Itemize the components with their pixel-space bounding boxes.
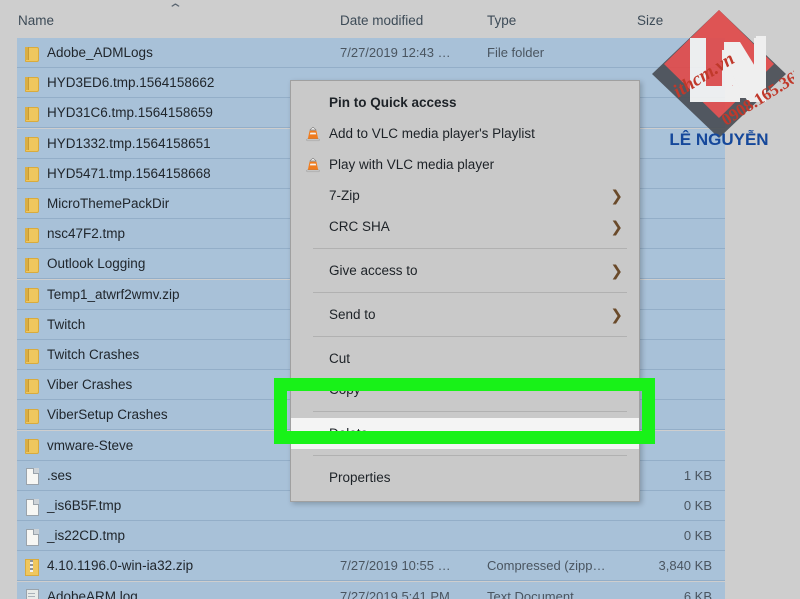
column-header-type[interactable]: Type [487, 13, 516, 28]
folder-icon [22, 255, 40, 273]
context-menu-item-label: Add to VLC media player's Playlist [329, 126, 535, 141]
file-explorer-window: ⌃ Name Date modified Type Size Adobe_ADM… [0, 0, 800, 599]
file-name: 4.10.1196.0-win-ia32.zip [47, 558, 194, 574]
context-menu-separator [313, 292, 627, 293]
sort-ascending-icon: ⌃ [167, 1, 184, 16]
context-menu-item-7-zip[interactable]: 7-Zip ❯ [291, 180, 639, 211]
column-header-bar: ⌃ Name Date modified Type Size [0, 0, 800, 38]
column-header-name[interactable]: Name [18, 13, 54, 28]
file-size: 3,840 KB [658, 558, 713, 574]
folder-icon [22, 436, 40, 455]
vlc-icon [305, 157, 321, 173]
folder-icon [22, 44, 40, 62]
file-name: nsc47F2.tmp [47, 226, 126, 242]
context-menu-separator [313, 455, 627, 456]
file-name: Outlook Logging [47, 256, 146, 272]
column-header-size[interactable]: Size [637, 13, 663, 28]
file-icon [22, 466, 40, 486]
file-name: Twitch Crashes [47, 347, 140, 362]
file-row[interactable]: 4.10.1196.0-win-ia32.zip 7/27/2019 10:55 … [17, 551, 725, 582]
zip-icon [22, 557, 40, 576]
context-menu-separator [313, 248, 627, 249]
folder-icon [22, 195, 40, 213]
file-name: MicroThemePackDir [47, 196, 170, 211]
file-name: Twitch [47, 316, 86, 332]
context-menu-item-label: CRC SHA [329, 219, 390, 234]
file-name: HYD31C6.tmp.1564158659 [47, 105, 213, 121]
file-name: _is22CD.tmp [47, 528, 126, 544]
context-menu-item-copy[interactable]: Copy [291, 374, 639, 405]
file-name: vmware-Steve [47, 437, 134, 453]
context-menu-item-label: Cut [329, 351, 351, 366]
folder-icon [22, 104, 40, 122]
file-date-modified: 7/27/2019 5:41 PM [340, 588, 450, 599]
file-name: HYD5471.tmp.1564158668 [47, 165, 211, 181]
file-name: .ses [47, 467, 72, 483]
folder-icon [22, 346, 40, 364]
chevron-right-icon: ❯ [610, 186, 623, 205]
context-menu-item-send-to[interactable]: Send to ❯ [291, 299, 639, 330]
file-type: Text Document [487, 588, 574, 599]
folder-icon [22, 315, 40, 334]
folder-icon [22, 376, 40, 394]
folder-icon [22, 406, 40, 424]
context-menu-item-cut[interactable]: Cut [291, 343, 639, 374]
context-menu-item-add-to-vlc-media-player-s-playlist[interactable]: Add to VLC media player's Playlist [291, 118, 639, 149]
file-icon [22, 527, 40, 546]
folder-icon [22, 74, 40, 92]
folder-icon [22, 285, 40, 304]
file-row[interactable]: _is22CD.tmp 0 KB [17, 521, 725, 552]
file-name: HYD1332.tmp.1564158651 [47, 135, 211, 151]
context-menu-item-play-with-vlc-media-player[interactable]: Play with VLC media player [291, 149, 639, 180]
context-menu-separator [313, 411, 627, 412]
context-menu-item-label: Copy [329, 382, 361, 397]
file-type: File folder [487, 45, 545, 60]
column-header-date-modified[interactable]: Date modified [340, 13, 423, 28]
chevron-right-icon: ❯ [610, 305, 623, 324]
context-menu-item-label: Play with VLC media player [329, 157, 495, 172]
context-menu-item-label: Pin to Quick access [329, 95, 457, 110]
file-name: AdobeARM.log [47, 588, 138, 599]
vlc-icon [305, 126, 321, 142]
file-row[interactable]: Adobe_ADMLogs 7/27/2019 12:43 … File folde… [17, 38, 725, 68]
context-menu[interactable]: Pin to Quick access Add to VLC media play… [290, 80, 640, 502]
context-menu-item-pin-to-quick-access[interactable]: Pin to Quick access [291, 87, 639, 118]
context-menu-separator [313, 336, 627, 337]
context-menu-item-label: Properties [329, 470, 391, 485]
folder-icon [22, 164, 40, 183]
file-name: Adobe_ADMLogs [47, 45, 153, 60]
folder-icon [22, 134, 40, 153]
file-date-modified: 7/27/2019 12:43 … [340, 45, 451, 60]
file-name: HYD3ED6.tmp.1564158662 [47, 75, 215, 91]
context-menu-item-label: Send to [329, 307, 376, 322]
context-menu-item-delete[interactable]: Delete [291, 418, 639, 449]
chevron-right-icon: ❯ [610, 261, 623, 280]
file-name: Temp1_atwrf2wmv.zip [47, 286, 180, 302]
file-name: ViberSetup Crashes [47, 407, 168, 423]
folder-icon [22, 225, 40, 243]
file-row[interactable]: AdobeARM.log 7/27/2019 5:41 PM Text Docume… [17, 581, 725, 599]
context-menu-item-crc-sha[interactable]: CRC SHA ❯ [291, 211, 639, 242]
context-menu-item-label: 7-Zip [329, 188, 360, 203]
context-menu-item-properties[interactable]: Properties [291, 462, 639, 493]
context-menu-item-give-access-to[interactable]: Give access to ❯ [291, 255, 639, 286]
file-size: 0 KB [683, 528, 712, 544]
context-menu-item-label: Delete [329, 426, 369, 441]
file-icon [22, 497, 40, 516]
context-menu-item-label: Give access to [329, 263, 418, 278]
chevron-right-icon: ❯ [610, 217, 623, 236]
log-icon [22, 587, 40, 599]
file-name: _is6B5F.tmp [47, 498, 122, 513]
file-size: 6 KB [683, 588, 712, 599]
file-name: Viber Crashes [47, 377, 133, 393]
file-date-modified: 7/27/2019 10:55 … [340, 558, 451, 574]
